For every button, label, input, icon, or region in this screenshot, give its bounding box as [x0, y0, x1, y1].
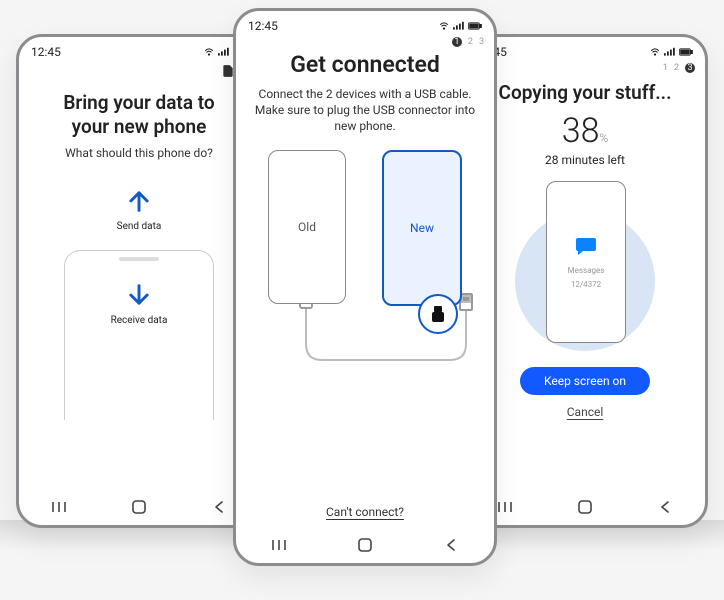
messages-icon [573, 234, 599, 258]
nav-bar [19, 489, 259, 525]
step-1-active: 1 [452, 37, 462, 47]
cancel-link[interactable]: Cancel [479, 405, 691, 419]
connect-illustration: Old New [250, 144, 480, 384]
phone-right: 12:45 1 2 3 Copying your stuff... 38% 28… [462, 34, 708, 528]
keep-screen-on-button[interactable]: Keep screen on [520, 367, 650, 395]
battery-icon [679, 47, 693, 57]
nav-back[interactable] [210, 498, 228, 516]
wifi-icon [438, 21, 450, 31]
nav-back[interactable] [656, 498, 674, 516]
signal-icon [218, 47, 230, 57]
step-1: 1 [663, 63, 668, 73]
status-time: 12:45 [31, 45, 61, 59]
copy-illustration: Messages 12/4372 [510, 181, 660, 351]
nav-home[interactable] [576, 498, 594, 516]
status-time: 12:45 [248, 19, 278, 33]
arrow-up-icon [125, 187, 153, 215]
receive-data-label: Receive data [65, 315, 213, 326]
status-bar: 12:45 [465, 37, 705, 61]
battery-icon [468, 21, 482, 31]
new-phone-graphic: New [382, 150, 462, 306]
step-indicator: 1 2 3 [452, 37, 484, 47]
signal-icon [664, 47, 676, 57]
receive-data-option[interactable]: Receive data [64, 250, 214, 420]
page-subtitle: Connect the 2 devices with a USB cable. … [250, 86, 480, 135]
status-bar: 12:45 [19, 37, 259, 61]
title-line-2: your new phone [72, 115, 207, 138]
nav-recent[interactable] [496, 498, 514, 516]
send-data-label: Send data [33, 221, 245, 232]
title-line-1: Bring your data to [63, 91, 214, 114]
nav-home[interactable] [356, 536, 374, 554]
step-2: 2 [468, 37, 473, 47]
status-bar: 12:45 [236, 11, 494, 35]
step-indicator-row: 1 2 3 [465, 61, 705, 73]
percent-value: 38 [562, 111, 600, 151]
page-title: Bring your data to your new phone [33, 91, 245, 139]
percent-unit: % [599, 131, 608, 145]
nav-recent[interactable] [50, 498, 68, 516]
step-3: 3 [479, 37, 484, 47]
step-3-active: 3 [685, 63, 695, 73]
copy-phone-graphic: Messages 12/4372 [546, 181, 626, 343]
messages-count: 12/4372 [571, 280, 601, 290]
wifi-icon [649, 47, 661, 57]
cant-connect-link[interactable]: Can't connect? [236, 505, 494, 519]
old-phone-label: Old [298, 220, 316, 234]
nav-bar [236, 527, 494, 563]
status-icons [649, 47, 693, 57]
step-indicator: 1 2 3 [663, 63, 695, 73]
page-title: Copying your stuff... [479, 81, 691, 105]
phone-center: 12:45 1 2 3 Get connected Connect the 2 … [233, 8, 497, 566]
new-phone-label: New [410, 221, 434, 235]
phone-left: 12:45 Bring your data to your new phone … [16, 34, 262, 528]
time-remaining: 28 minutes left [479, 153, 691, 167]
messages-label: Messages [568, 266, 605, 276]
page-title: Get connected [250, 51, 480, 80]
old-phone-graphic: Old [268, 150, 346, 304]
nav-bar [465, 489, 705, 525]
status-icons [438, 21, 482, 31]
step-indicator-row: 1 2 3 [236, 35, 494, 47]
page-subtitle: What should this phone do? [33, 145, 245, 161]
nav-home[interactable] [130, 498, 148, 516]
nav-recent[interactable] [270, 536, 288, 554]
send-data-option[interactable]: Send data [33, 187, 245, 232]
top-actions-row [19, 61, 259, 83]
nav-back[interactable] [442, 536, 460, 554]
usb-connector-icon [432, 306, 444, 322]
step-2: 2 [674, 63, 679, 73]
signal-icon [453, 21, 465, 31]
progress-percent: 38% [479, 111, 691, 151]
wifi-icon [203, 47, 215, 57]
arrow-down-icon [125, 281, 153, 309]
